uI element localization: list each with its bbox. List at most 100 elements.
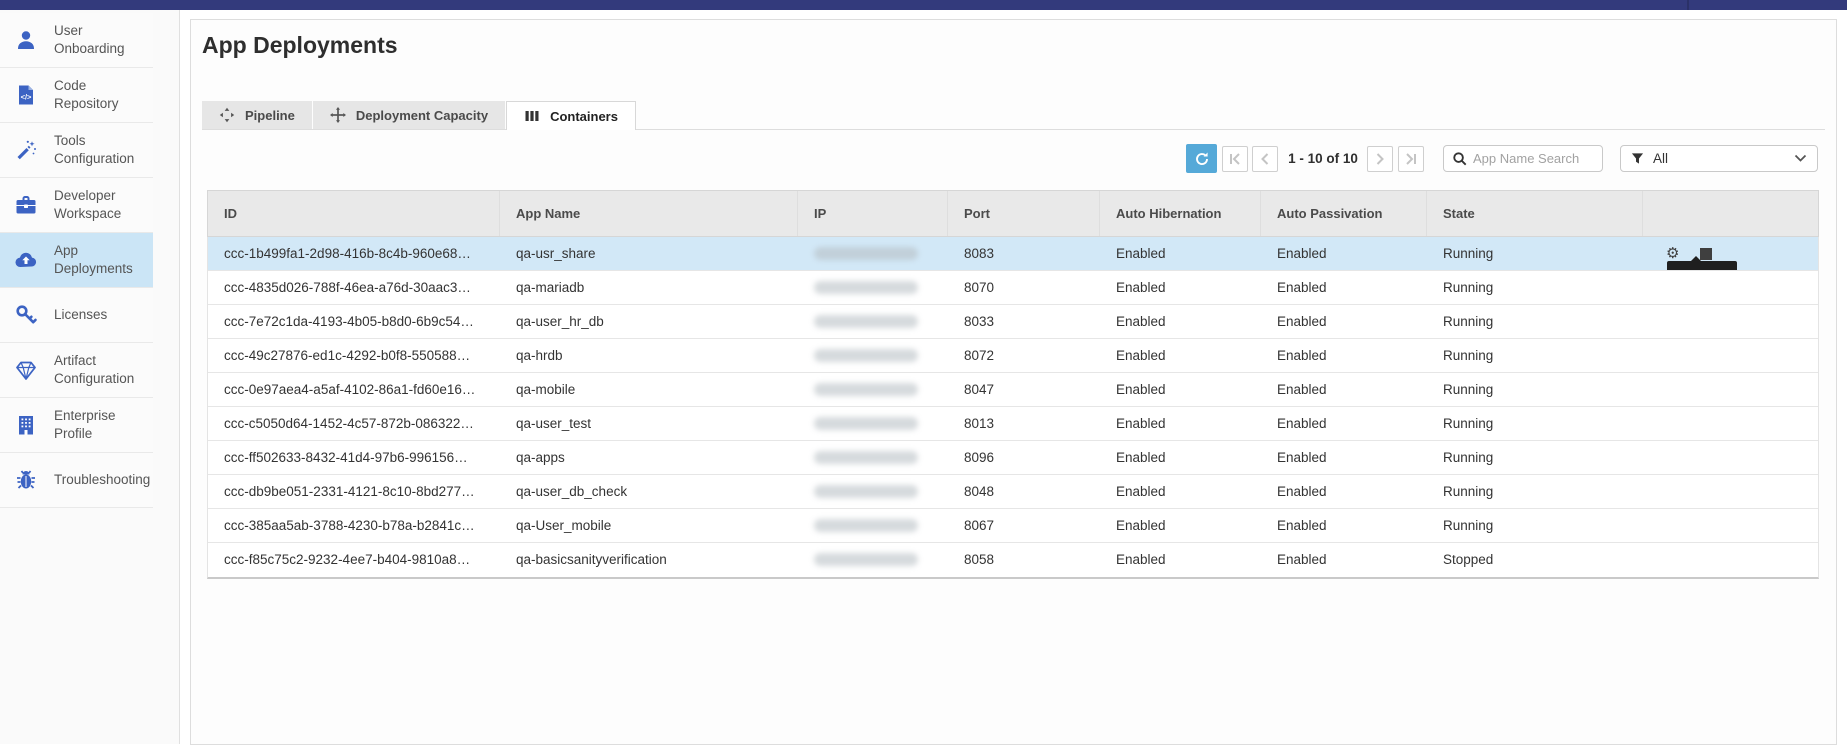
cell-row-actions [1643,543,1818,577]
cell-ip-redacted [798,271,948,304]
pagination-last-button[interactable] [1398,146,1424,172]
table-row[interactable]: ccc-db9be051-2331-4121-8c10-8bd277…qa-us… [208,475,1818,509]
sidebar-item-code-repository[interactable]: </> Code Repository [0,68,153,123]
sidebar-item-troubleshooting[interactable]: Troubleshooting [0,453,153,508]
redacted-ip-blur [814,451,918,464]
magic-wand-icon [14,138,38,162]
cell-id: ccc-385aa5ab-3788-4230-b78a-b2841c… [208,509,500,542]
filter-dropdown[interactable]: All [1620,145,1818,172]
pagination-range-text: 1 - 10 of 10 [1283,146,1363,172]
table-row[interactable]: ccc-c5050d64-1452-4c57-872b-086322…qa-us… [208,407,1818,441]
diamond-icon [14,358,38,382]
sidebar-item-label: Developer Workspace [54,187,146,222]
table-row[interactable]: ccc-385aa5ab-3788-4230-b78a-b2841c…qa-Us… [208,509,1818,543]
tab-label: Pipeline [245,108,295,123]
sidebar-item-licenses[interactable]: Licenses [0,288,153,343]
table-row[interactable]: ccc-49c27876-ed1c-4292-b0f8-550588…qa-hr… [208,339,1818,373]
cell-app-name: qa-basicsanityverification [500,543,798,577]
tab-containers[interactable]: Containers [506,101,636,130]
page-title: App Deployments [202,32,398,59]
column-header-app-name[interactable]: App Name [500,191,798,236]
table-row[interactable]: ccc-4835d026-788f-46ea-a76d-30aac3…qa-ma… [208,271,1818,305]
sidebar-item-enterprise-profile[interactable]: Enterprise Profile [0,398,153,453]
cell-ip-redacted [798,373,948,406]
sidebar-item-label: Enterprise Profile [54,407,146,442]
cell-ip-redacted [798,543,948,577]
first-page-icon [1228,152,1242,166]
sidebar-item-label: Licenses [54,306,146,324]
sidebar-item-developer-workspace[interactable]: Developer Workspace [0,178,153,233]
redacted-ip-blur [814,485,918,498]
cell-row-actions [1643,373,1818,406]
cell-state: Running [1427,305,1643,338]
cell-port: 8072 [948,339,1100,372]
sidebar-item-app-deployments[interactable]: App Deployments [0,233,153,288]
tab-bar: Pipeline Deployment Capacity Containers [202,101,636,130]
redacted-ip-blur [814,349,918,362]
hibernate-stop-icon[interactable] [1700,248,1712,260]
cell-auto-hibernation: Enabled [1100,373,1261,406]
cell-auto-hibernation: Enabled [1100,543,1261,577]
cell-state: Running [1427,237,1643,270]
cell-auto-hibernation: Enabled [1100,407,1261,440]
cell-app-name: qa-usr_share [500,237,798,270]
cell-ip-redacted [798,305,948,338]
cell-id: ccc-1b499fa1-2d98-416b-8c4b-960e68… [208,237,500,270]
chevron-down-icon [1794,154,1807,163]
cell-auto-hibernation: Enabled [1100,271,1261,304]
cell-auto-passivation: Enabled [1261,407,1427,440]
cell-row-actions: ⚙Hibernate [1643,237,1818,270]
cell-auto-hibernation: Enabled [1100,509,1261,542]
table-row[interactable]: ccc-f85c75c2-9232-4ee7-b404-9810a8…qa-ba… [208,543,1818,577]
containers-icon [524,108,540,124]
sidebar-item-artifact-configuration[interactable]: Artifact Configuration [0,343,153,398]
cell-row-actions [1643,509,1818,542]
cell-ip-redacted [798,509,948,542]
cell-port: 8033 [948,305,1100,338]
column-header-id[interactable]: ID [208,191,500,236]
top-navbar [0,0,1847,10]
app-name-search-input[interactable] [1473,151,1591,166]
main-content-panel: App Deployments Pipeline Deployment Capa… [190,19,1837,745]
table-row[interactable]: ccc-7e72c1da-4193-4b05-b8d0-6b9c54…qa-us… [208,305,1818,339]
column-header-port[interactable]: Port [948,191,1100,236]
table-row[interactable]: ccc-0e97aea4-a5af-4102-86a1-fd60e16…qa-m… [208,373,1818,407]
cell-state: Running [1427,339,1643,372]
table-row[interactable]: ccc-1b499fa1-2d98-416b-8c4b-960e68…qa-us… [208,237,1818,271]
sidebar-item-label: App Deployments [54,242,146,277]
tab-pipeline[interactable]: Pipeline [202,101,312,129]
table-row[interactable]: ccc-ff502633-8432-41d4-97b6-996156…qa-ap… [208,441,1818,475]
cloud-upload-icon [14,248,38,272]
pagination-prev-button[interactable] [1252,146,1278,172]
cell-row-actions [1643,441,1818,474]
pagination-next-button[interactable] [1367,146,1393,172]
column-header-state[interactable]: State [1427,191,1643,236]
sidebar-item-tools-configuration[interactable]: Tools Configuration [0,123,153,178]
cell-port: 8047 [948,373,1100,406]
tabstrip-divider [202,129,1825,130]
cell-app-name: qa-apps [500,441,798,474]
column-header-ip[interactable]: IP [798,191,948,236]
chevron-right-icon [1373,152,1387,166]
cell-auto-hibernation: Enabled [1100,305,1261,338]
cell-state: Running [1427,373,1643,406]
cell-state: Running [1427,271,1643,304]
cell-state: Running [1427,509,1643,542]
code-file-icon: </> [14,83,38,107]
sidebar-item-user-onboarding[interactable]: User Onboarding [0,13,153,68]
key-icon [14,303,38,327]
cell-auto-passivation: Enabled [1261,339,1427,372]
column-header-auto-hibernation[interactable]: Auto Hibernation [1100,191,1261,236]
refresh-button[interactable] [1186,144,1217,173]
cell-auto-passivation: Enabled [1261,373,1427,406]
cell-auto-hibernation: Enabled [1100,237,1261,270]
pagination-first-button[interactable] [1222,146,1248,172]
cell-id: ccc-c5050d64-1452-4c57-872b-086322… [208,407,500,440]
cell-id: ccc-f85c75c2-9232-4ee7-b404-9810a8… [208,543,500,577]
column-header-auto-passivation[interactable]: Auto Passivation [1261,191,1427,236]
sidebar-item-label: Tools Configuration [54,132,146,167]
cell-app-name: qa-hrdb [500,339,798,372]
cell-app-name: qa-mobile [500,373,798,406]
filter-selected-value: All [1653,151,1785,166]
tab-deployment-capacity[interactable]: Deployment Capacity [313,101,505,129]
